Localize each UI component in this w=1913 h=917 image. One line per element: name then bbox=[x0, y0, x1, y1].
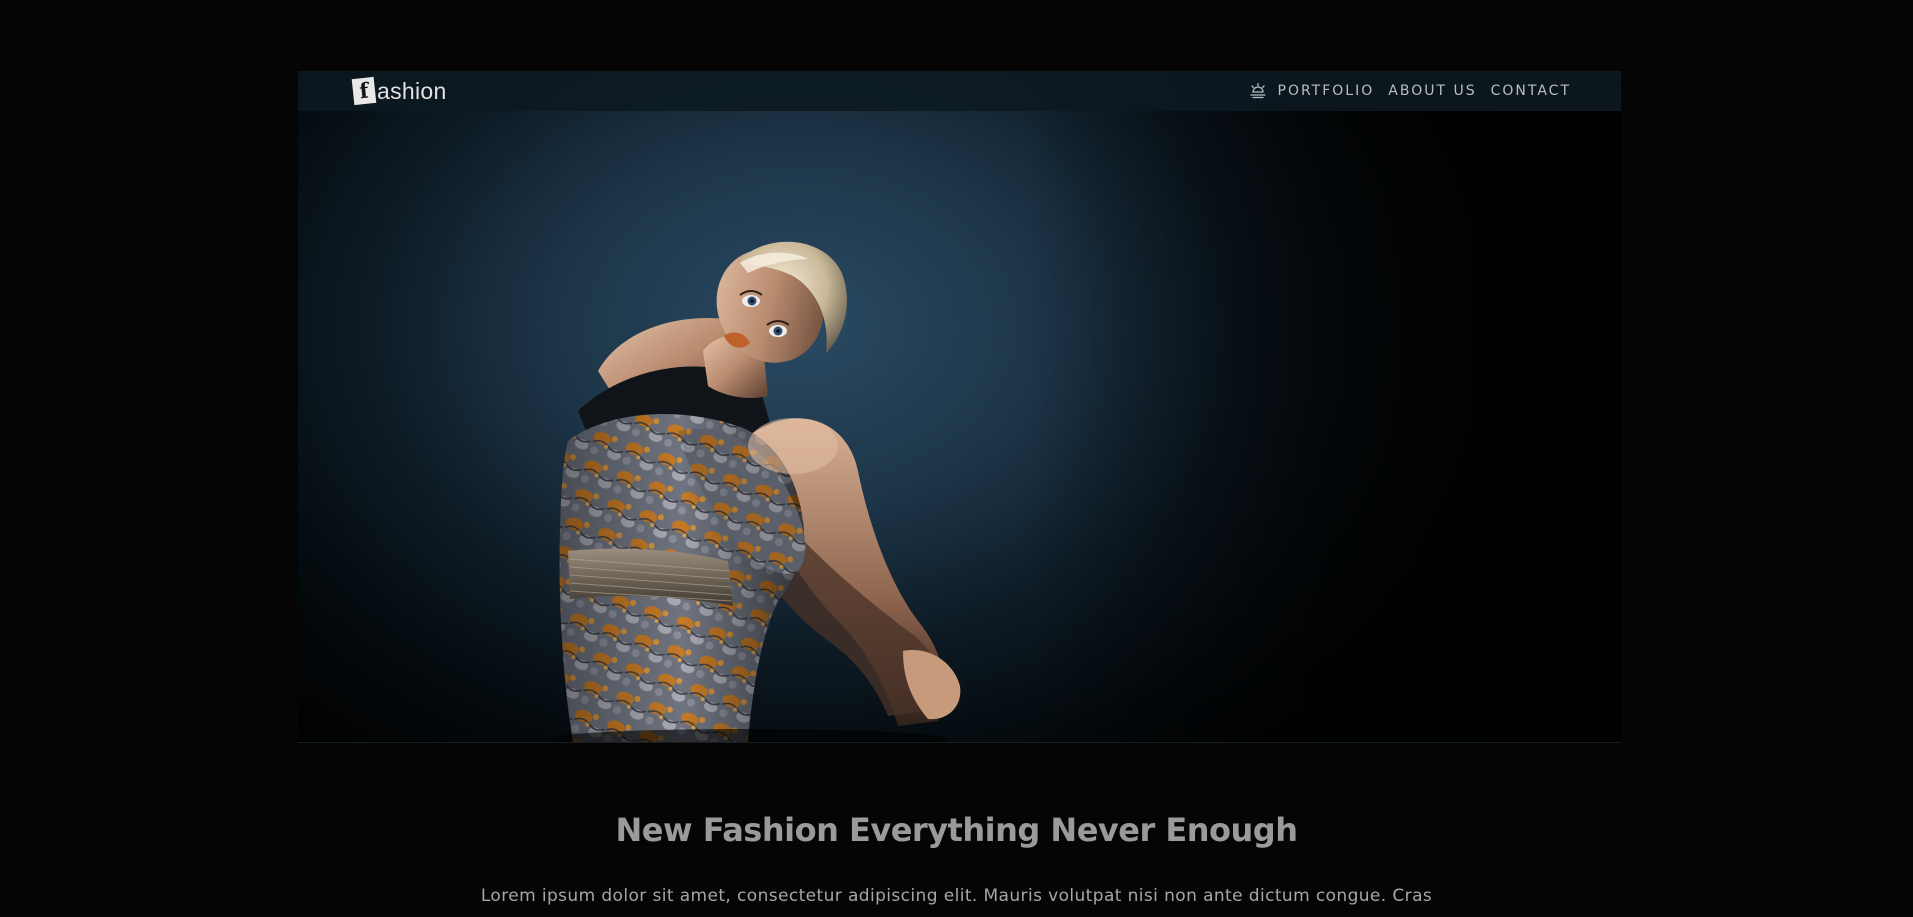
main-nav: PORTFOLIO ABOUT US CONTACT bbox=[1248, 71, 1571, 111]
nav-portfolio[interactable]: PORTFOLIO bbox=[1278, 83, 1375, 99]
nav-about-us[interactable]: ABOUT US bbox=[1388, 83, 1476, 99]
page-headline: New Fashion Everything Never Enough bbox=[615, 811, 1298, 849]
navbar: f ashion PORTFOLIO ABOUT US CONTACT bbox=[298, 71, 1621, 111]
nav-contact[interactable]: CONTACT bbox=[1491, 83, 1571, 99]
page: f ashion PORTFOLIO ABOUT US CONTACT New … bbox=[0, 0, 1913, 917]
logo-mark: f bbox=[351, 76, 377, 106]
intro-paragraph: Lorem ipsum dolor sit amet, consectetur … bbox=[480, 886, 1433, 906]
logo-text: ashion bbox=[377, 77, 447, 104]
lamp-icon bbox=[1249, 82, 1266, 99]
hero-frame: f ashion PORTFOLIO ABOUT US CONTACT bbox=[298, 71, 1621, 743]
hero-image bbox=[548, 241, 961, 742]
logo[interactable]: f ashion bbox=[351, 76, 447, 106]
